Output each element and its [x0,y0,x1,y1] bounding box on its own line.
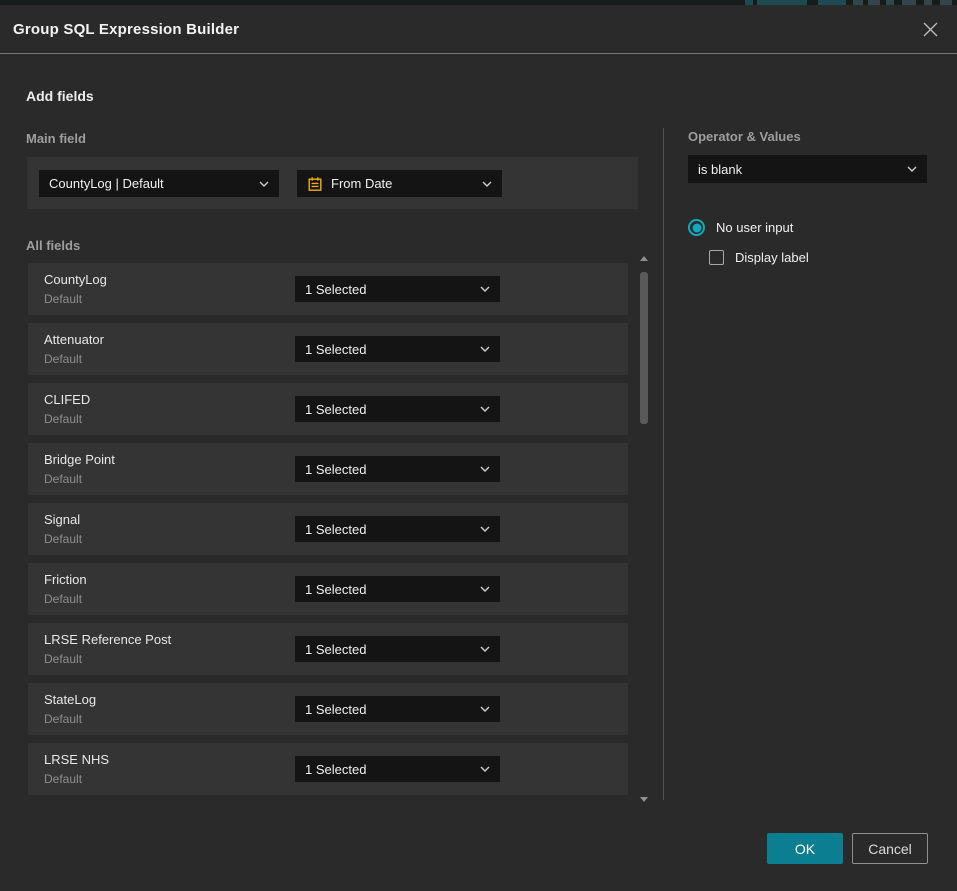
field-row-selection-value: 1 Selected [305,462,366,477]
chevron-down-icon [259,181,269,187]
field-row-meta: Default [44,712,82,726]
field-row: CLIFED Default 1 Selected [28,383,628,435]
checkbox-unchecked-icon [709,250,724,265]
field-row-name: Signal [44,512,80,527]
field-row: CountyLog Default 1 Selected [28,263,628,315]
field-row-selection-dropdown[interactable]: 1 Selected [295,576,500,602]
field-row-meta: Default [44,652,82,666]
operator-value: is blank [698,162,742,177]
field-row-selection-dropdown[interactable]: 1 Selected [295,516,500,542]
field-row-meta: Default [44,412,82,426]
field-row-name: LRSE Reference Post [44,632,171,647]
chevron-down-icon [480,706,490,712]
operator-dropdown[interactable]: is blank [688,155,927,183]
field-row-meta: Default [44,772,82,786]
field-row-selection-value: 1 Selected [305,282,366,297]
main-field-field-dropdown[interactable]: From Date [297,170,502,197]
field-row-meta: Default [44,292,82,306]
group-sql-expression-builder-dialog: Group SQL Expression Builder Add fields … [0,5,957,891]
field-row: Friction Default 1 Selected [28,563,628,615]
chevron-down-icon [480,286,490,292]
field-row-name: Attenuator [44,332,104,347]
main-field-label: Main field [26,131,86,146]
field-row-name: Bridge Point [44,452,115,467]
scrollbar-thumb[interactable] [640,272,648,424]
operator-values-label: Operator & Values [688,129,801,144]
field-row-name: StateLog [44,692,96,707]
field-row-meta: Default [44,472,82,486]
field-row: Attenuator Default 1 Selected [28,323,628,375]
no-user-input-radio[interactable]: No user input [688,219,793,236]
field-row-selection-dropdown[interactable]: 1 Selected [295,456,500,482]
chevron-down-icon [480,586,490,592]
scroll-down-icon[interactable] [640,797,648,802]
chevron-down-icon [907,166,917,172]
chevron-down-icon [482,181,492,187]
chevron-down-icon [480,766,490,772]
field-row-selection-value: 1 Selected [305,762,366,777]
no-user-input-label: No user input [716,220,793,235]
field-row-selection-value: 1 Selected [305,522,366,537]
calendar-date-icon [307,176,323,192]
display-label-checkbox[interactable]: Display label [709,250,809,265]
field-row-selection-value: 1 Selected [305,342,366,357]
chevron-down-icon [480,466,490,472]
field-row-selection-value: 1 Selected [305,702,366,717]
chevron-down-icon [480,346,490,352]
scroll-up-icon[interactable] [640,256,648,261]
field-row-selection-value: 1 Selected [305,402,366,417]
field-row-selection-dropdown[interactable]: 1 Selected [295,336,500,362]
field-row-name: Friction [44,572,87,587]
field-row-selection-dropdown[interactable]: 1 Selected [295,276,500,302]
radio-selected-icon [688,219,705,236]
field-row-name: LRSE NHS [44,752,109,767]
add-fields-heading: Add fields [26,88,94,104]
field-row: LRSE NHS Default 1 Selected [28,743,628,795]
field-row: Bridge Point Default 1 Selected [28,443,628,495]
main-field-box: CountyLog | Default From Date [27,157,638,209]
field-row-selection-dropdown[interactable]: 1 Selected [295,636,500,662]
field-row-selection-value: 1 Selected [305,582,366,597]
field-row-meta: Default [44,532,82,546]
field-row-selection-value: 1 Selected [305,642,366,657]
field-row: StateLog Default 1 Selected [28,683,628,735]
dialog-title: Group SQL Expression Builder [13,21,239,38]
all-fields-list: CountyLog Default 1 Selected Attenuator … [28,263,628,803]
chevron-down-icon [480,646,490,652]
list-scrollbar[interactable] [639,256,649,802]
field-row-meta: Default [44,592,82,606]
main-field-source-dropdown[interactable]: CountyLog | Default [39,170,279,197]
field-row-selection-dropdown[interactable]: 1 Selected [295,696,500,722]
vertical-divider [663,128,664,800]
field-row-selection-dropdown[interactable]: 1 Selected [295,756,500,782]
all-fields-label: All fields [26,238,80,253]
field-row-meta: Default [44,352,82,366]
ok-button[interactable]: OK [767,833,843,864]
field-row-name: CLIFED [44,392,90,407]
main-field-source-value: CountyLog | Default [49,176,164,191]
field-row-selection-dropdown[interactable]: 1 Selected [295,396,500,422]
dialog-titlebar: Group SQL Expression Builder [0,5,957,54]
chevron-down-icon [480,526,490,532]
cancel-button[interactable]: Cancel [852,833,928,864]
close-button[interactable] [919,18,941,40]
field-row: Signal Default 1 Selected [28,503,628,555]
display-label-label: Display label [735,250,809,265]
chevron-down-icon [480,406,490,412]
field-row-name: CountyLog [44,272,107,287]
field-row: LRSE Reference Post Default 1 Selected [28,623,628,675]
main-field-field-value: From Date [331,176,392,191]
close-icon [922,21,939,38]
